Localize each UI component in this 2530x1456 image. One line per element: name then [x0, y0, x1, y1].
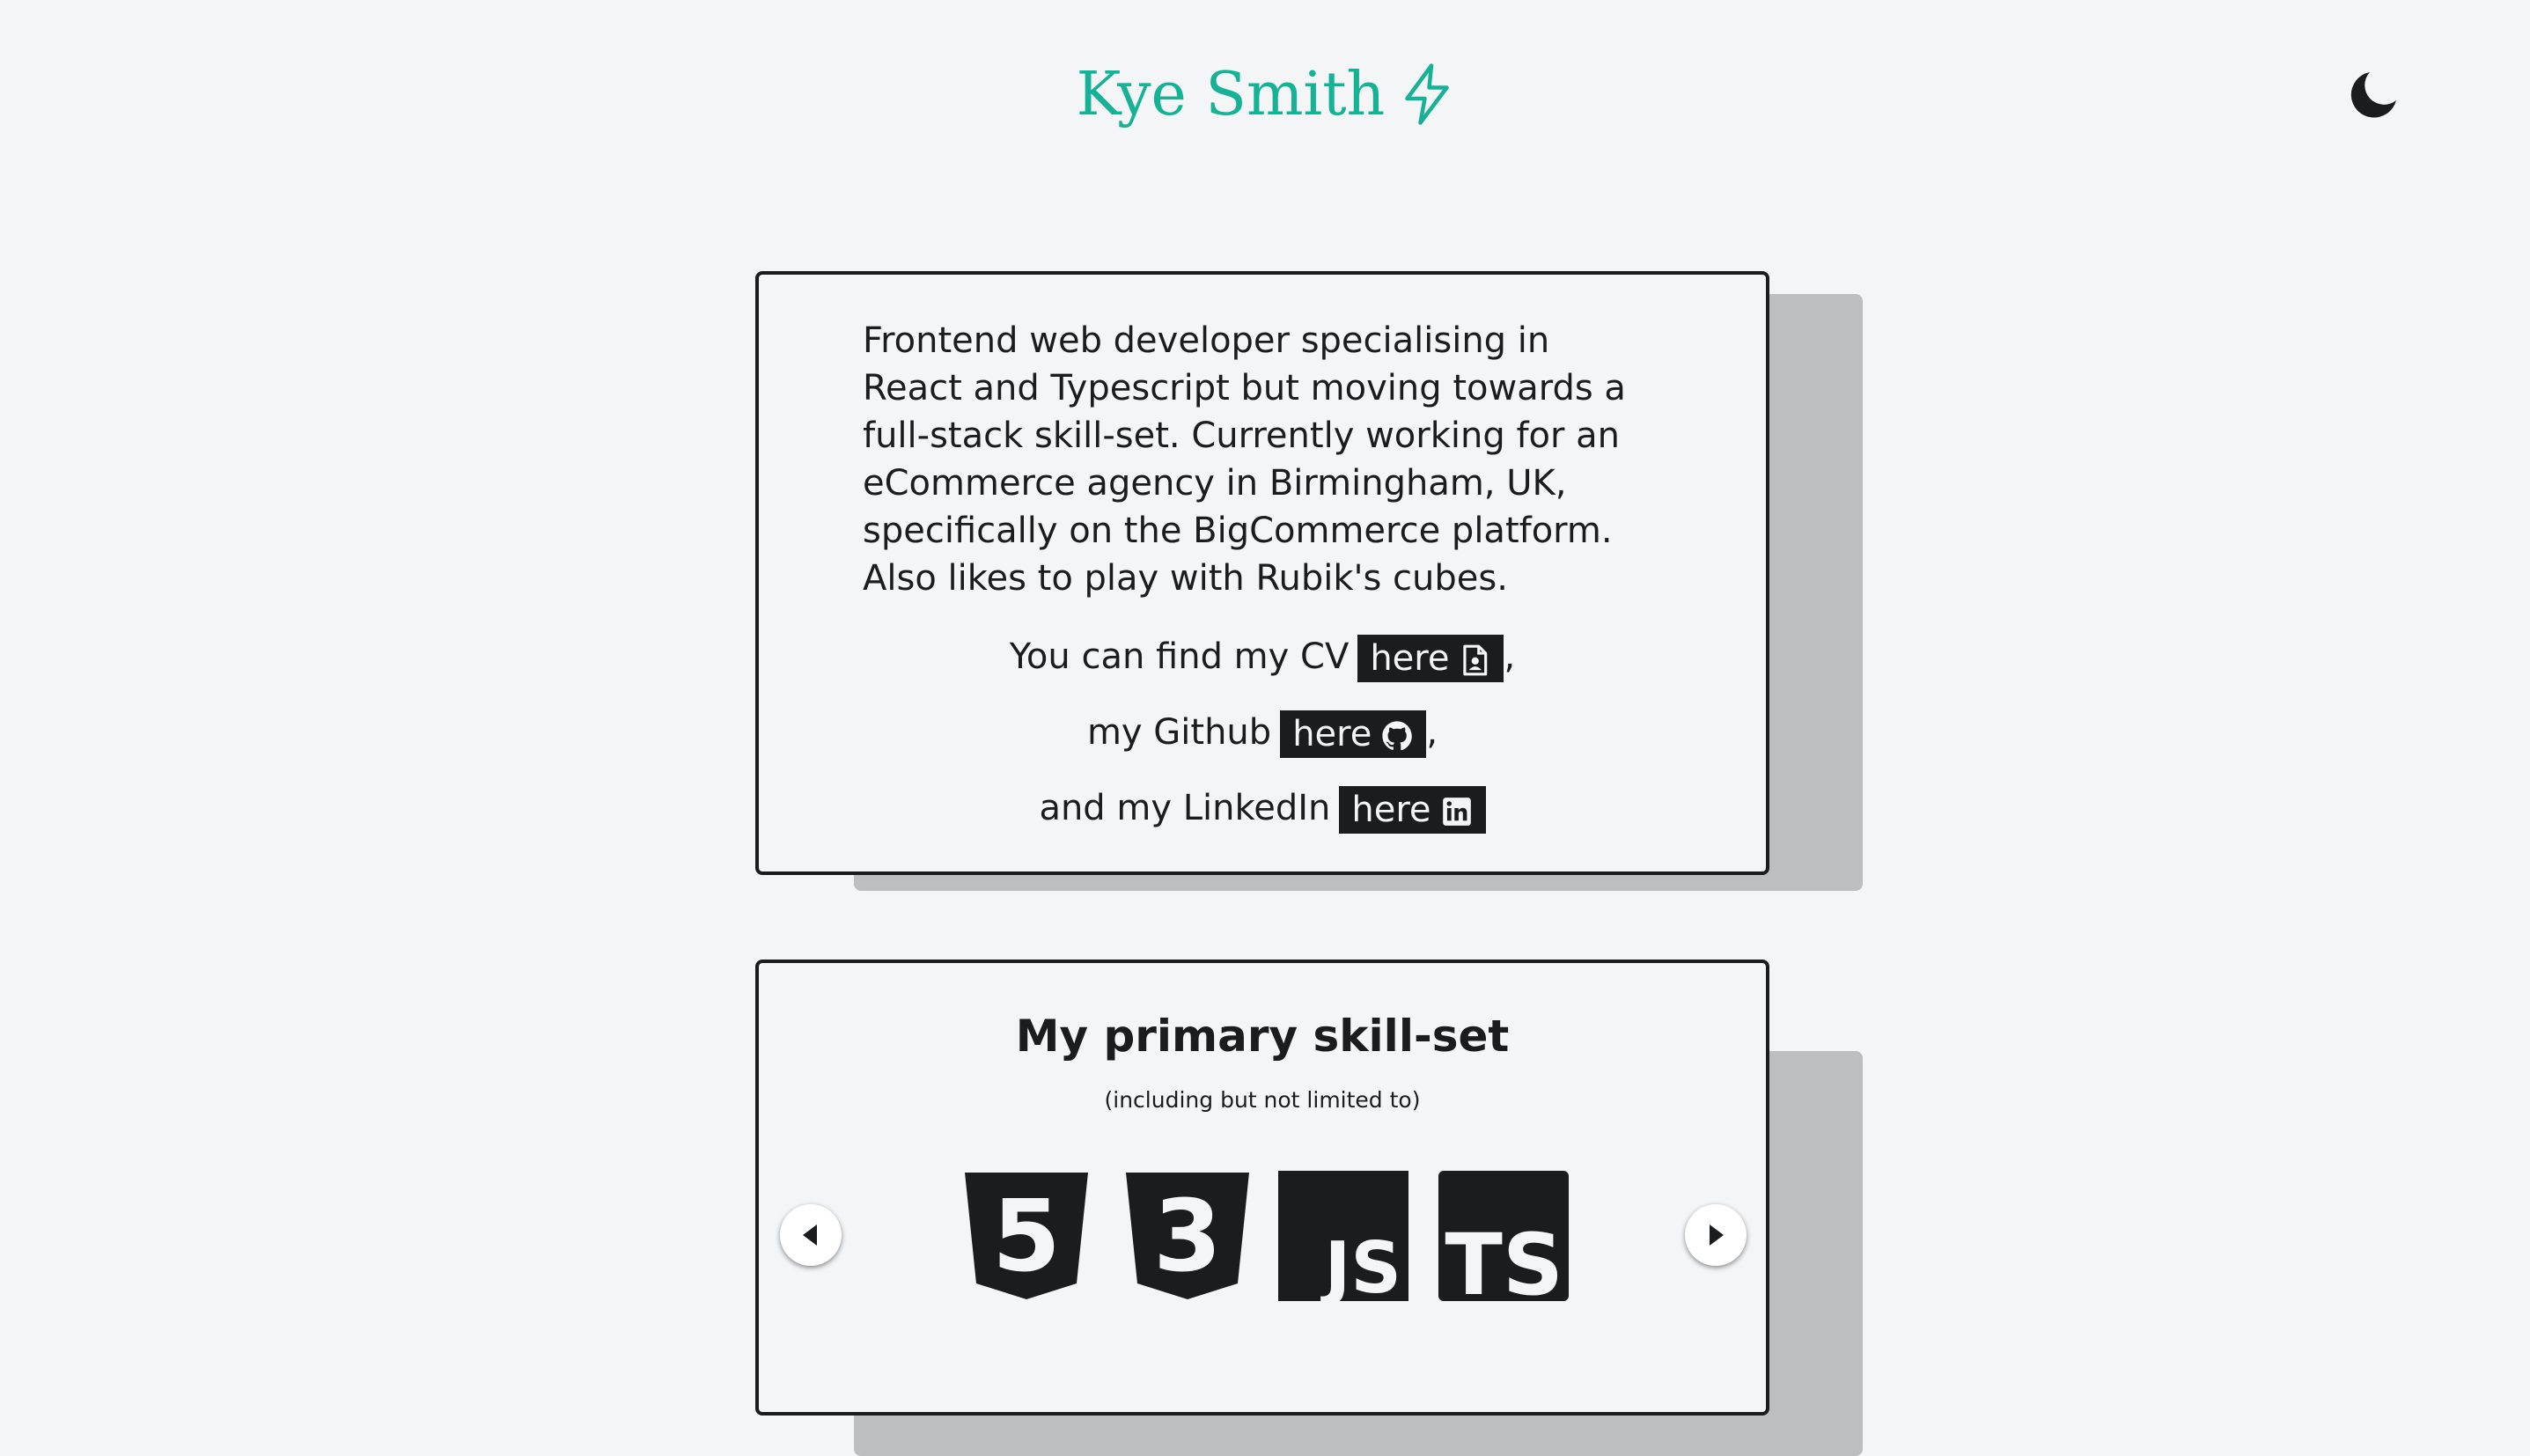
intro-card: Frontend web developer specialising in R…: [755, 271, 1769, 875]
arrow-left-icon: [803, 1224, 817, 1246]
cv-comma: ,: [1504, 636, 1516, 677]
linkedin-link-button[interactable]: here: [1339, 786, 1486, 834]
cv-link-button[interactable]: here: [1357, 635, 1504, 682]
javascript-label: JS: [1320, 1227, 1401, 1301]
html5-icon: 5: [965, 1173, 1088, 1299]
javascript-icon: JS: [1278, 1171, 1408, 1301]
linkedin-link-label: here: [1351, 790, 1431, 830]
github-icon: [1382, 721, 1413, 751]
typescript-icon: TS: [1438, 1171, 1569, 1301]
linkedin-icon: [1442, 798, 1471, 826]
moon-icon: [2350, 72, 2396, 118]
css3-icon: 3: [1126, 1173, 1249, 1299]
linkedin-line: and my LinkedIn here: [759, 782, 1766, 835]
github-link-button[interactable]: here: [1280, 710, 1427, 758]
arrow-right-icon: [1710, 1224, 1724, 1246]
github-line: my Github here,: [759, 706, 1766, 759]
document-user-icon: [1463, 644, 1488, 676]
cv-link-label: here: [1370, 638, 1450, 679]
css3-label: 3: [1153, 1180, 1222, 1294]
skills-subtitle: (including but not limited to): [1104, 1087, 1421, 1113]
carousel-next-button[interactable]: [1685, 1204, 1747, 1266]
site-title: Kye Smith: [0, 51, 2530, 139]
lightning-bolt-icon: [1405, 63, 1450, 125]
html5-label: 5: [992, 1180, 1061, 1294]
github-prefix: my Github: [1086, 712, 1272, 753]
skills-title: My primary skill-set: [1015, 1011, 1510, 1062]
github-comma: ,: [1426, 712, 1438, 753]
theme-toggle-button[interactable]: [2347, 67, 2401, 121]
cv-prefix: You can find my CV: [1009, 636, 1350, 677]
linkedin-prefix: and my LinkedIn: [1039, 788, 1331, 828]
skills-card: My primary skill-set (including but not …: [755, 960, 1769, 1416]
carousel-prev-button[interactable]: [780, 1204, 842, 1266]
typescript-label: TS: [1445, 1216, 1563, 1301]
site-title-text: Kye Smith: [1076, 60, 1386, 129]
cv-line: You can find my CV here,: [759, 630, 1766, 683]
github-link-label: here: [1292, 714, 1372, 754]
bio-text: Frontend web developer specialising in R…: [863, 320, 1626, 599]
